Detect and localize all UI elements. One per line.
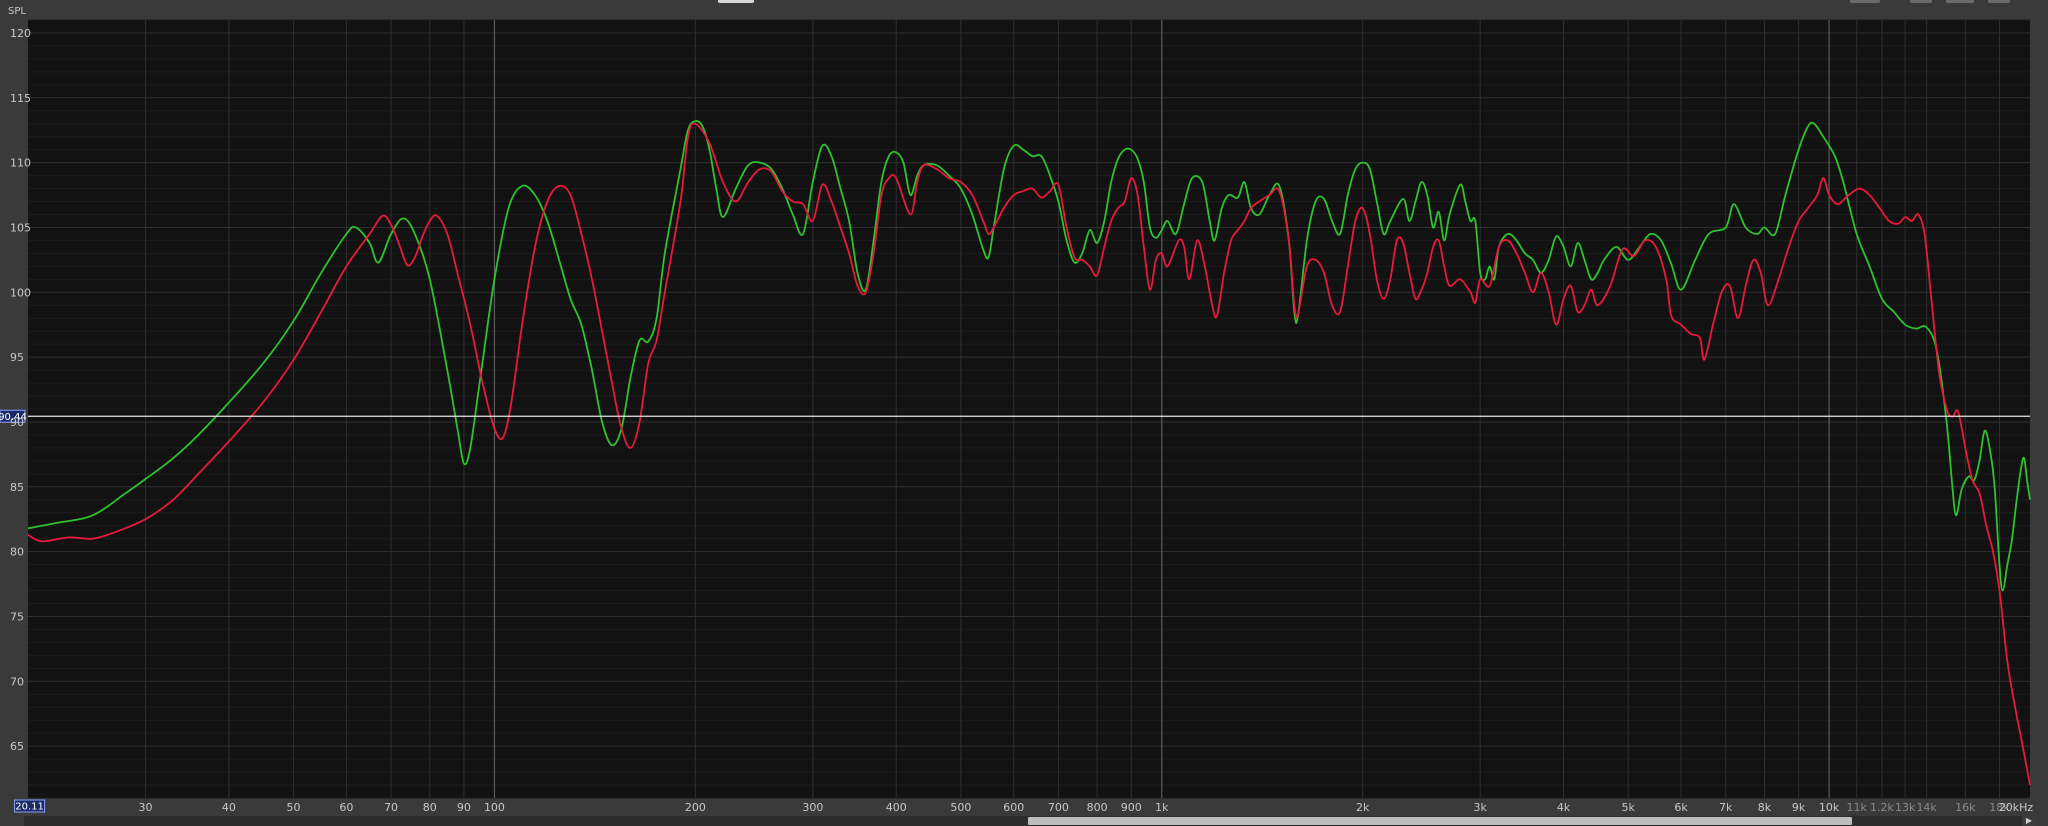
x-tick-label: 60	[339, 801, 353, 814]
y-tick-labels: 65 70 75 80 85 90 95 100 105 110 115 120	[10, 27, 31, 753]
measurement-window: 90.44 20.11 65 70 75 80 85 90 95 100 105 110 115 120…	[0, 0, 2048, 826]
x-tick-label: 50	[287, 801, 301, 814]
x-tick-label: 900	[1121, 801, 1142, 814]
horizontal-scrollbar[interactable]	[24, 816, 2036, 826]
y-tick-label: 90	[10, 416, 24, 429]
x-tick-label: 7k	[1719, 801, 1733, 814]
x-tick-label: 8k	[1758, 801, 1772, 814]
x-tick-label: 90	[457, 801, 471, 814]
y-tick-label: 80	[10, 546, 24, 559]
x-tick-label: 5k	[1622, 801, 1636, 814]
x-tick-label: 70	[384, 801, 398, 814]
x-tick-label: 300	[802, 801, 823, 814]
y-axis-label: SPL	[8, 6, 26, 17]
x-tick-label: 6k	[1674, 801, 1688, 814]
scroll-right-arrow[interactable]: ▶	[2022, 816, 2036, 826]
y-tick-label: 105	[10, 221, 31, 234]
x-tick-label: 16k	[1955, 801, 1976, 814]
x-tick-label: 400	[886, 801, 907, 814]
x-tick-label: 500	[950, 801, 971, 814]
frequency-response-chart[interactable]: 90.4420.11 65707580859095100105110115120…	[0, 0, 2048, 826]
x-tick-label: 1.2k	[1870, 801, 1894, 814]
x-tick-label: 13k	[1895, 801, 1916, 814]
x-tick-label: 20kHz	[1999, 801, 2034, 814]
scrollbar-thumb[interactable]	[1028, 817, 1852, 825]
x-tick-label: 2k	[1356, 801, 1370, 814]
x-tick-label: 700	[1048, 801, 1069, 814]
x-tick-label: 600	[1003, 801, 1024, 814]
y-tick-label: 115	[10, 92, 31, 105]
x-tick-label: 1k	[1155, 801, 1169, 814]
x-tick-label: 200	[685, 801, 706, 814]
x-tick-label: 4k	[1557, 801, 1571, 814]
y-tick-label: 95	[10, 351, 24, 364]
y-tick-label: 75	[10, 610, 24, 623]
y-tick-label: 85	[10, 481, 24, 494]
x-tick-label: 800	[1087, 801, 1108, 814]
x-tick-label: 30	[139, 801, 153, 814]
y-tick-label: 120	[10, 27, 31, 40]
cursor-x-readout: 20.11	[15, 802, 44, 813]
x-tick-label: 100	[484, 801, 505, 814]
x-tick-label: 14k	[1916, 801, 1937, 814]
x-tick-label: 80	[423, 801, 437, 814]
y-tick-label: 65	[10, 740, 24, 753]
x-tick-labels: 30 40 50 60 70 80 90 100 200 300 400 500 600 700 800 90…	[139, 801, 2034, 814]
y-tick-label: 100	[10, 286, 31, 299]
x-tick-label: 3k	[1473, 801, 1487, 814]
x-tick-label: 11k	[1847, 801, 1868, 814]
y-tick-label: 70	[10, 675, 24, 688]
y-tick-label: 110	[10, 157, 31, 170]
x-tick-label: 10k	[1819, 801, 1840, 814]
x-tick-label: 9k	[1792, 801, 1806, 814]
x-tick-label: 40	[222, 801, 236, 814]
